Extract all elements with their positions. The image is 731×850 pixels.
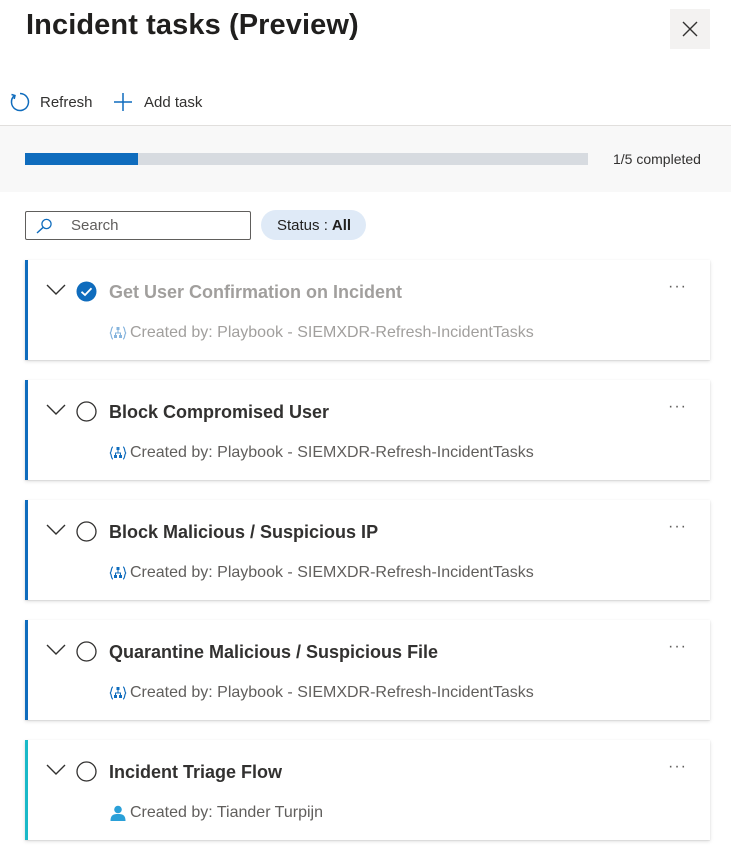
task-checkbox[interactable] — [76, 401, 97, 422]
more-options-icon[interactable]: ··· — [668, 278, 687, 296]
task-title: Quarantine Malicious / Suspicious File — [109, 642, 439, 662]
refresh-label: Refresh — [40, 93, 93, 111]
progress-bar-fill — [25, 153, 138, 165]
task-title: Block Malicious / Suspicious IP — [109, 522, 379, 542]
progress-section: 1/5 completed — [0, 126, 731, 192]
playbook-icon — [109, 326, 127, 340]
status-filter-label: Status : — [277, 216, 328, 234]
page-title: Incident tasks (Preview) — [26, 9, 359, 41]
search-input[interactable] — [71, 215, 241, 235]
task-created-by: Created by: Playbook - SIEMXDR-Refresh-I… — [109, 444, 534, 462]
task-created-by-label: Created by: Tiander Turpijn — [130, 804, 323, 821]
task-created-by: Created by: Playbook - SIEMXDR-Refresh-I… — [109, 564, 534, 582]
task-title: Block Compromised User — [109, 402, 330, 422]
chevron-down-icon[interactable] — [46, 764, 66, 776]
playbook-icon — [109, 446, 127, 460]
chevron-down-icon[interactable] — [46, 644, 66, 656]
panel-header: Incident tasks (Preview) — [0, 0, 731, 60]
more-options-icon[interactable]: ··· — [668, 518, 687, 536]
more-options-icon[interactable]: ··· — [668, 638, 687, 656]
task-created-by: Created by: Playbook - SIEMXDR-Refresh-I… — [109, 324, 534, 342]
task-card[interactable]: Block Compromised User ··· Created by: P… — [25, 380, 710, 480]
add-icon — [114, 93, 132, 111]
task-checkbox[interactable] — [76, 761, 97, 782]
status-filter[interactable]: Status : All — [261, 210, 367, 240]
add-task-button[interactable]: Add task — [113, 89, 202, 115]
chevron-down-icon[interactable] — [46, 404, 66, 416]
playbook-icon — [109, 686, 127, 700]
task-card[interactable]: Block Malicious / Suspicious IP ··· Crea… — [25, 500, 710, 600]
status-filter-value: All — [331, 216, 352, 234]
progress-bar — [25, 153, 588, 165]
task-card[interactable]: Quarantine Malicious / Suspicious File ·… — [25, 620, 710, 720]
task-checkbox[interactable] — [76, 521, 97, 542]
task-title: Get User Confirmation on Incident — [109, 282, 403, 302]
task-title: Incident Triage Flow — [109, 762, 283, 782]
playbook-icon — [109, 566, 127, 580]
task-card[interactable]: Incident Triage Flow ··· Created by: Tia… — [25, 740, 710, 840]
add-task-label: Add task — [144, 93, 203, 111]
search-box[interactable] — [25, 211, 251, 240]
refresh-icon — [10, 92, 30, 112]
task-created-by: Created by: Tiander Turpijn — [109, 804, 323, 822]
task-created-by-label: Created by: Playbook - SIEMXDR-Refresh-I… — [130, 324, 534, 341]
task-checkbox[interactable] — [76, 281, 97, 302]
task-created-by-label: Created by: Playbook - SIEMXDR-Refresh-I… — [130, 564, 534, 581]
close-button[interactable] — [670, 9, 710, 49]
more-options-icon[interactable]: ··· — [668, 758, 687, 776]
task-card[interactable]: Get User Confirmation on Incident ··· Cr… — [25, 260, 710, 360]
close-icon — [682, 21, 698, 37]
task-created-by-label: Created by: Playbook - SIEMXDR-Refresh-I… — [130, 444, 534, 461]
task-created-by: Created by: Playbook - SIEMXDR-Refresh-I… — [109, 684, 534, 702]
task-checkbox[interactable] — [76, 641, 97, 662]
chevron-down-icon[interactable] — [46, 524, 66, 536]
more-options-icon[interactable]: ··· — [668, 398, 687, 416]
task-created-by-label: Created by: Playbook - SIEMXDR-Refresh-I… — [130, 684, 534, 701]
refresh-button[interactable]: Refresh — [9, 89, 93, 115]
search-icon — [36, 218, 52, 234]
chevron-down-icon[interactable] — [46, 284, 66, 296]
progress-label: 1/5 completed — [613, 151, 701, 167]
toolbar: Refresh Add task — [0, 80, 731, 124]
user-icon — [110, 805, 126, 821]
